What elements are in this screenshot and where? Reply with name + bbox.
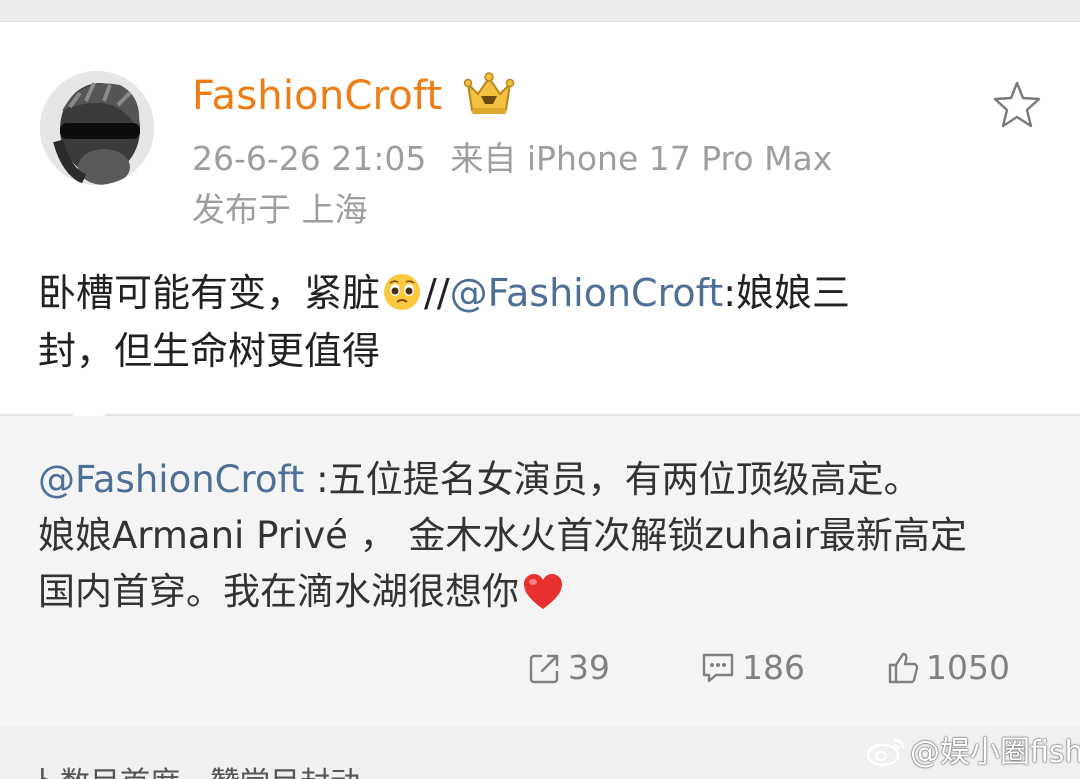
mention-link[interactable]: @FashionCroft xyxy=(450,271,724,315)
avatar-image xyxy=(40,71,154,185)
weibo-post-screen: FashionCroft 26-6-26 21:05 来自 iPhone 17 P… xyxy=(0,0,1080,779)
post-text-slashes: // xyxy=(424,271,450,315)
like-count: 1050 xyxy=(926,648,1010,687)
weibo-logo-icon xyxy=(866,738,905,767)
quoted-line-1: @FashionCroft :五位提名女演员，有两位顶级高定。 xyxy=(38,452,1058,508)
watermark: @娱小圈fish xyxy=(866,733,1080,773)
repost-icon xyxy=(529,654,559,684)
post-timestamp: 26-6-26 21:05 xyxy=(192,139,427,178)
quoted-line-2: 娘娘Armani Privé ， 金木水火首次解锁zuhair最新高定 xyxy=(38,514,967,557)
quoted-post-body: @FashionCroft :五位提名女演员，有两位顶级高定。 娘娘Armani… xyxy=(38,452,1058,620)
vip-crown-icon xyxy=(463,72,515,114)
quoted-line-3: 国内首穿。我在滴水湖很想你 xyxy=(38,564,1058,620)
pleading-face-emoji-icon xyxy=(384,274,421,310)
heart-emoji-icon xyxy=(524,574,562,609)
comment-count: 186 xyxy=(742,648,805,687)
repost-count: 39 xyxy=(568,648,610,687)
quoted-text: :五位提名女演员，有两位顶级高定。 xyxy=(304,458,921,501)
top-divider-strip xyxy=(0,0,1080,22)
post-meta: 26-6-26 21:05 来自 iPhone 17 Pro Max xyxy=(192,138,832,180)
post-body: 卧槽可能有变，紧脏 //@FashionCroft:娘娘三 封，但生命树更值得 xyxy=(38,264,1038,380)
username[interactable]: FashionCroft xyxy=(192,72,442,120)
favorite-star-icon[interactable] xyxy=(990,79,1044,131)
comment-icon xyxy=(702,653,734,683)
post-body-line-2: 封，但生命树更值得 xyxy=(38,329,381,373)
comment-button[interactable]: 186 xyxy=(700,646,805,690)
thumbs-up-icon xyxy=(888,652,919,684)
avatar[interactable] xyxy=(40,71,154,185)
repost-button[interactable]: 39 xyxy=(528,646,610,690)
watermark-text: @娱小圈fish xyxy=(910,735,1080,770)
like-button[interactable]: 1050 xyxy=(886,646,1010,690)
quoted-text: 国内首穿。我在滴水湖很想你 xyxy=(38,570,519,613)
next-post-cut-text: 卜数目首席，赞堂目封动 xyxy=(30,764,360,779)
post-body-line-1: 卧槽可能有变，紧脏 //@FashionCroft:娘娘三 xyxy=(38,264,1038,322)
post-text-part: 卧槽可能有变，紧脏 xyxy=(38,271,381,315)
post-card: FashionCroft 26-6-26 21:05 来自 iPhone 17 P… xyxy=(0,22,1080,414)
post-location: 发布于 上海 xyxy=(192,190,368,229)
post-text-part: :娘娘三 xyxy=(723,271,851,315)
quoted-mention-link[interactable]: @FashionCroft xyxy=(38,458,304,501)
post-source: 来自 iPhone 17 Pro Max xyxy=(450,139,833,178)
quoted-post[interactable]: @FashionCroft :五位提名女演员，有两位顶级高定。 娘娘Armani… xyxy=(0,416,1080,726)
